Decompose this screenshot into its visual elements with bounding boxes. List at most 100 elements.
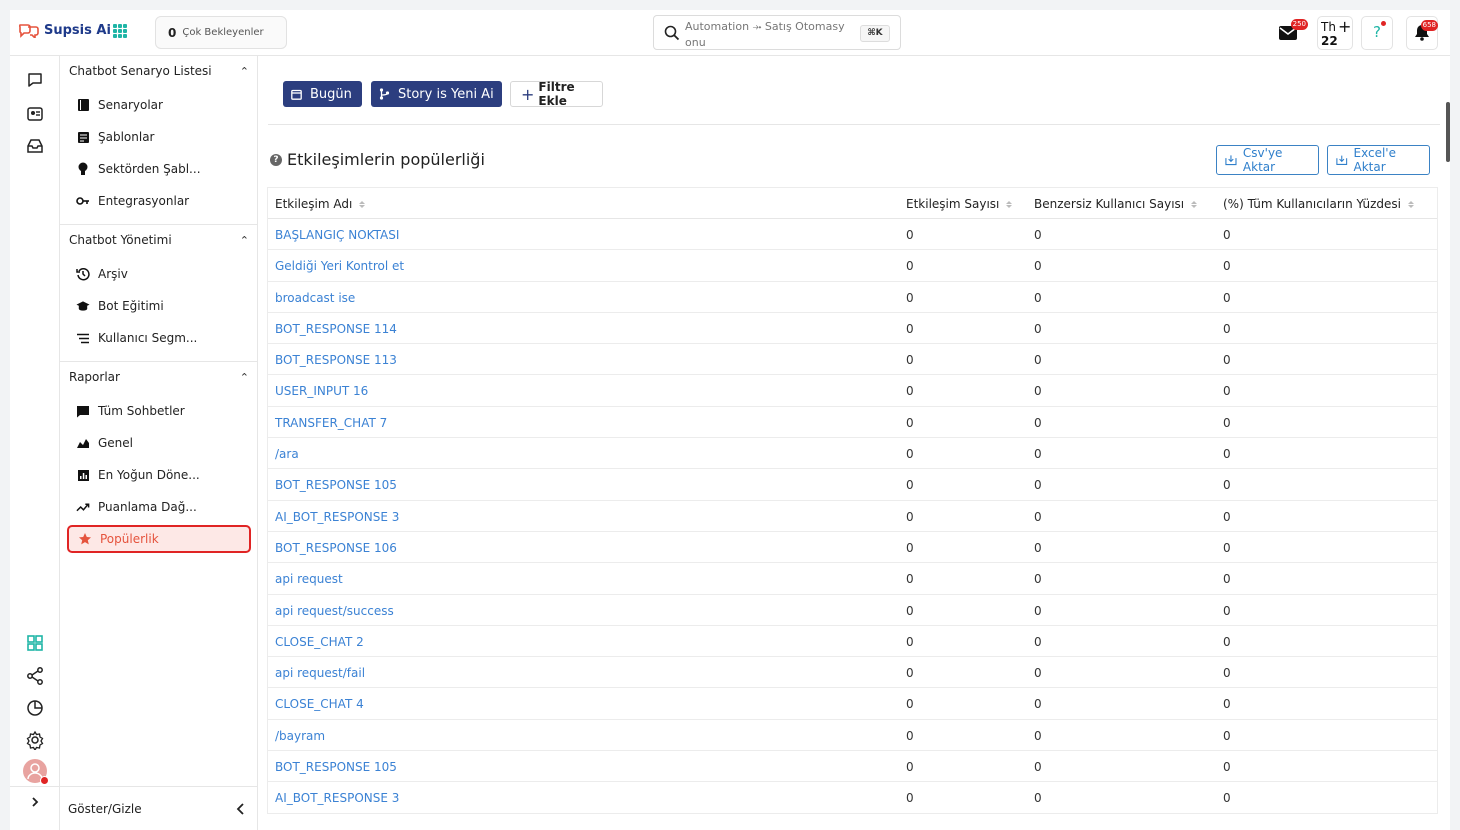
interaction-name-link[interactable]: api request/success <box>275 604 394 618</box>
mail-button[interactable]: 250 <box>1278 19 1308 42</box>
sidebar-item-puanlama-dagilimi[interactable]: Puanlama Dağ... <box>67 493 251 521</box>
pending-chats-button[interactable]: 0 Çok Bekleyenler <box>155 16 287 49</box>
apps-grid-icon[interactable] <box>113 24 127 38</box>
column-header-name[interactable]: Etkileşim Adı <box>275 197 366 211</box>
help-button[interactable]: ? <box>1361 16 1393 50</box>
inbox-icon[interactable] <box>25 136 45 156</box>
translate-button[interactable]: Th + 22 <box>1317 16 1353 50</box>
interaction-name-link[interactable]: Geldiği Yeri Kontrol et <box>275 259 404 273</box>
sidebar-item-kullanici-segment[interactable]: Kullanıcı Segm... <box>67 324 251 352</box>
sidebar-item-populerlik[interactable]: Popülerlik <box>67 525 251 553</box>
show-hide-toggle[interactable]: Göster/Gizle <box>60 786 258 830</box>
unique-user-count: 0 <box>1034 509 1042 524</box>
column-header-percentage[interactable]: (%) Tüm Kullanıcıların Yüzdesi <box>1223 197 1414 211</box>
interaction-name-link[interactable]: BOT_RESPONSE 105 <box>275 478 397 492</box>
user-percentage: 0 <box>1223 353 1231 368</box>
column-label: Benzersiz Kullanıcı Sayısı <box>1034 197 1185 211</box>
sidebar-item-label: Arşiv <box>98 267 128 281</box>
dashboard-icon[interactable] <box>25 633 45 653</box>
sidebar-item-label: En Yoğun Döne... <box>98 468 200 482</box>
section-title: Raporlar <box>69 370 120 384</box>
topbar: Supsis Ai 0 Çok Bekleyenler Automation ⤞… <box>10 10 1450 56</box>
table-row: BOT_RESPONSE 106 0 0 0 <box>268 532 1437 564</box>
sidebar-item-arsiv[interactable]: Arşiv <box>67 260 251 288</box>
interaction-name-link[interactable]: BOT_RESPONSE 114 <box>275 322 397 336</box>
sidebar-item-tum-sohbetler[interactable]: Tüm Sohbetler <box>67 397 251 425</box>
interaction-name-link[interactable]: USER_INPUT 16 <box>275 384 368 398</box>
table-body: BAŞLANGIÇ NOKTASI 0 0 0 Geldiği Yeri Kontrol… <box>268 219 1437 814</box>
interaction-count: 0 <box>906 697 914 712</box>
global-search[interactable]: Automation ⤞ Satış Otomasy onu ⌘K <box>653 15 901 50</box>
sidebar-item-en-yogun-donem[interactable]: En Yoğun Döne... <box>67 461 251 489</box>
unique-user-count: 0 <box>1034 697 1042 712</box>
interaction-name-link[interactable]: CLOSE_CHAT 4 <box>275 697 364 711</box>
export-excel-button[interactable]: Excel'e Aktar <box>1327 145 1430 175</box>
interaction-name-link[interactable]: TRANSFER_CHAT 7 <box>275 416 387 430</box>
section-header-reports[interactable]: Raporlar ⌃ <box>60 362 258 392</box>
sidebar-item-genel[interactable]: Genel <box>67 429 251 457</box>
sidebar-item-label: Genel <box>98 436 134 450</box>
bell-badge: 658 <box>1420 20 1438 31</box>
column-header-unique-users[interactable]: Benzersiz Kullanıcı Sayısı <box>1034 197 1198 211</box>
trend-up-icon <box>76 500 90 514</box>
today-button[interactable]: Bugün <box>283 81 362 107</box>
interaction-name-link[interactable]: AI_BOT_RESPONSE 3 <box>275 510 399 524</box>
unique-user-count: 0 <box>1034 321 1042 336</box>
sidebar-item-label: Sektörden Şabl... <box>98 162 201 176</box>
sidebar-item-bot-egitimi[interactable]: Bot Eğitimi <box>67 292 251 320</box>
user-percentage: 0 <box>1223 228 1231 242</box>
sidebar-item-sektorden-sablon[interactable]: Sektörden Şabl... <box>67 155 251 183</box>
area-chart-icon <box>76 436 90 450</box>
interaction-name-link[interactable]: api request/fail <box>275 666 365 680</box>
contacts-icon[interactable] <box>25 104 45 124</box>
column-header-count[interactable]: Etkileşim Sayısı <box>906 197 1013 211</box>
sidebar-item-senaryolar[interactable]: Senaryolar <box>67 91 251 119</box>
chat-icon[interactable] <box>25 70 45 90</box>
interaction-name-link[interactable]: api request <box>275 572 343 586</box>
section-header-scenario-list[interactable]: Chatbot Senaryo Listesi ⌃ <box>60 56 258 86</box>
question-icon[interactable]: ? <box>270 153 282 166</box>
interaction-name-link[interactable]: BOT_RESPONSE 113 <box>275 353 397 367</box>
expand-rail-button[interactable] <box>10 786 60 830</box>
section-title: Chatbot Yönetimi <box>69 233 172 247</box>
scrollbar[interactable] <box>1446 102 1450 162</box>
sidebar-item-entegrasyonlar[interactable]: Entegrasyonlar <box>67 187 251 215</box>
interaction-name-link[interactable]: CLOSE_CHAT 2 <box>275 635 364 649</box>
share-icon[interactable] <box>25 666 45 686</box>
table-row: broadcast ise 0 0 0 <box>268 282 1437 313</box>
user-percentage: 0 <box>1223 509 1231 524</box>
interaction-name-link[interactable]: BAŞLANGIÇ NOKTASI <box>275 228 399 242</box>
add-filter-button[interactable]: + Filtre Ekle <box>510 80 603 108</box>
interaction-count: 0 <box>906 415 914 430</box>
story-button[interactable]: Story is Yeni Ai <box>371 81 502 107</box>
segment-list-icon <box>76 331 90 345</box>
interaction-name-link[interactable]: AI_BOT_RESPONSE 3 <box>275 791 399 805</box>
section-header-chatbot-management[interactable]: Chatbot Yönetimi ⌃ <box>60 225 258 255</box>
interaction-count: 0 <box>906 509 914 524</box>
settings-gear-icon[interactable] <box>25 730 45 750</box>
interaction-count: 0 <box>906 728 914 743</box>
export-csv-button[interactable]: Csv'ye Aktar <box>1216 145 1319 175</box>
table-header: Etkileşim Adı Etkileşim Sayısı Benzersiz… <box>268 188 1437 219</box>
interaction-name-link[interactable]: /ara <box>275 447 299 461</box>
avatar[interactable] <box>23 759 49 785</box>
main-content: Bugün Story is Yeni Ai + Filtre Ekle ? E… <box>258 56 1450 830</box>
interaction-name-link[interactable]: broadcast ise <box>275 291 355 305</box>
unique-user-count: 0 <box>1034 353 1042 368</box>
notifications-button[interactable]: 658 <box>1406 16 1438 50</box>
interaction-name-link[interactable]: BOT_RESPONSE 105 <box>275 760 397 774</box>
user-percentage: 0 <box>1223 540 1231 555</box>
section-title: Etkileşimlerin popülerliği <box>287 150 485 169</box>
app-window: Supsis Ai 0 Çok Bekleyenler Automation ⤞… <box>10 10 1450 830</box>
interaction-count: 0 <box>906 259 914 274</box>
user-percentage: 0 <box>1223 321 1231 336</box>
unique-user-count: 0 <box>1034 540 1042 555</box>
interaction-count: 0 <box>906 634 914 649</box>
unique-user-count: 0 <box>1034 603 1042 618</box>
sidebar-item-sablonlar[interactable]: Şablonlar <box>67 123 251 151</box>
interaction-name-link[interactable]: /bayram <box>275 729 325 743</box>
interaction-name-link[interactable]: BOT_RESPONSE 106 <box>275 541 397 555</box>
reports-chart-icon[interactable] <box>25 698 45 718</box>
search-shortcut: ⌘K <box>860 25 890 42</box>
logo[interactable]: Supsis Ai <box>18 22 111 38</box>
